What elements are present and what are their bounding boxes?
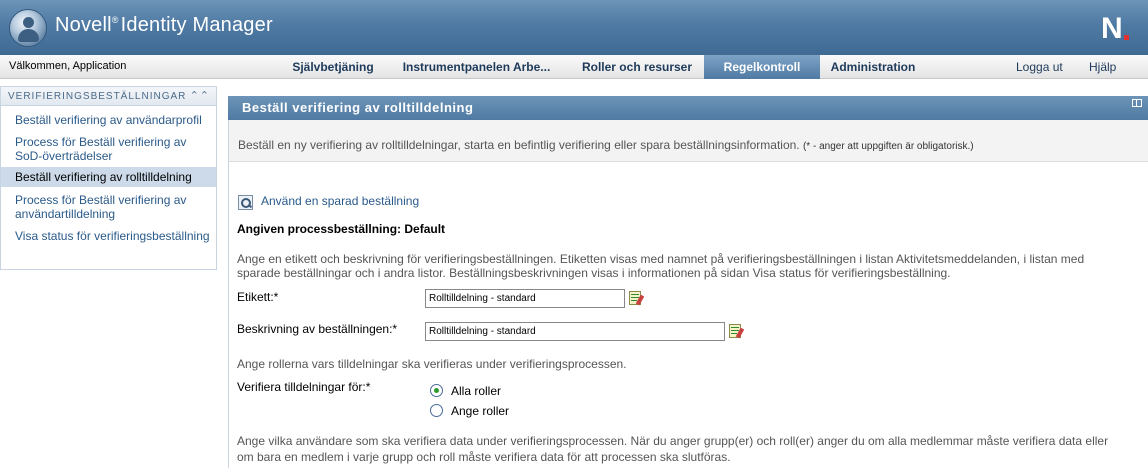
app-title: Novell® Identity Manager	[55, 14, 273, 36]
users-intro-line2: om bara en medlem i varje grupp och roll…	[237, 450, 731, 464]
user-logo-icon	[9, 9, 47, 47]
sidebar: VERIFIERINGSBESTÄLLNINGAR ⌃⌃ Beställ ver…	[0, 86, 217, 270]
tab-dashboard[interactable]: Instrumentpanelen Arbe...	[395, 55, 558, 79]
roles-intro-text: Ange rollerna vars tilldelningar ska ver…	[237, 357, 627, 371]
radio-all-roles-label: Alla roller	[451, 384, 502, 398]
localize-edit-icon[interactable]	[628, 290, 645, 307]
logout-link[interactable]: Logga ut	[1016, 60, 1063, 74]
panel-title-bar: Beställ verifiering av rolltilldelning	[228, 96, 1148, 120]
app-header: Novell® Identity Manager N	[0, 0, 1148, 55]
panel-layout-icon[interactable]	[1132, 99, 1142, 107]
description-field-label: Beskrivning av beställningen:*	[237, 322, 398, 336]
sidebar-item-role-assignment-verification[interactable]: Beställ verifiering av rolltilldelning	[1, 167, 216, 187]
radio-all-roles[interactable]	[430, 384, 443, 397]
process-label: Angiven processbeställning: Default	[237, 222, 446, 236]
novell-logo-icon: N	[1101, 12, 1129, 46]
description-input[interactable]: Rolltilldelning - standard	[425, 322, 725, 341]
sidebar-item-user-profile-verification[interactable]: Beställ verifiering av användarprofil	[1, 113, 216, 129]
intro-text-line2: sparade beställningar och i andra listor…	[237, 266, 951, 280]
radio-specify-roles-label: Ange roller	[451, 404, 510, 418]
radio-specify-roles[interactable]	[430, 404, 443, 417]
sidebar-item-sod-verification[interactable]: Process för Beställ verifiering av SoD-ö…	[1, 135, 216, 165]
tab-roles-resources[interactable]: Roller och resurser	[574, 55, 700, 79]
help-link[interactable]: Hjälp	[1089, 60, 1116, 74]
sidebar-title: VERIFIERINGSBESTÄLLNINGAR	[8, 91, 187, 102]
search-icon[interactable]	[238, 195, 253, 210]
intro-text-line1: Ange en etikett och beskrivning för veri…	[237, 252, 1085, 266]
tab-self-service[interactable]: Självbetjäning	[283, 55, 383, 79]
label-field-label: Etikett:*	[237, 290, 279, 304]
verify-assignments-label: Verifiera tilldelningar för:*	[237, 380, 371, 394]
users-intro-line1: Ange vilka användare som ska verifiera d…	[237, 434, 1109, 448]
collapse-icon[interactable]: ⌃⌃	[190, 87, 210, 106]
sidebar-item-verification-status[interactable]: Visa status för verifieringsbeställning	[1, 229, 216, 259]
localize-edit-icon[interactable]	[728, 323, 745, 340]
top-navbar: Välkommen, Application Självbetjäning In…	[0, 55, 1148, 79]
tab-compliance[interactable]: Regelkontroll	[704, 55, 820, 79]
panel-description: Beställ en ny verifiering av rolltilldel…	[238, 138, 974, 152]
welcome-text: Välkommen, Application	[9, 60, 127, 72]
sidebar-item-user-assignment-verification[interactable]: Process för Beställ verifiering av använ…	[1, 193, 216, 223]
label-input[interactable]: Rolltilldelning - standard	[425, 289, 625, 308]
use-saved-request-link[interactable]: Använd en sparad beställning	[261, 194, 419, 208]
panel-title: Beställ verifiering av rolltilldelning	[242, 100, 474, 115]
tab-administration[interactable]: Administration	[822, 55, 924, 79]
sidebar-header: VERIFIERINGSBESTÄLLNINGAR ⌃⌃	[1, 87, 216, 106]
required-note: (* - anger att uppgiften är obligatorisk…	[802, 141, 974, 152]
panel-body	[228, 120, 1148, 468]
